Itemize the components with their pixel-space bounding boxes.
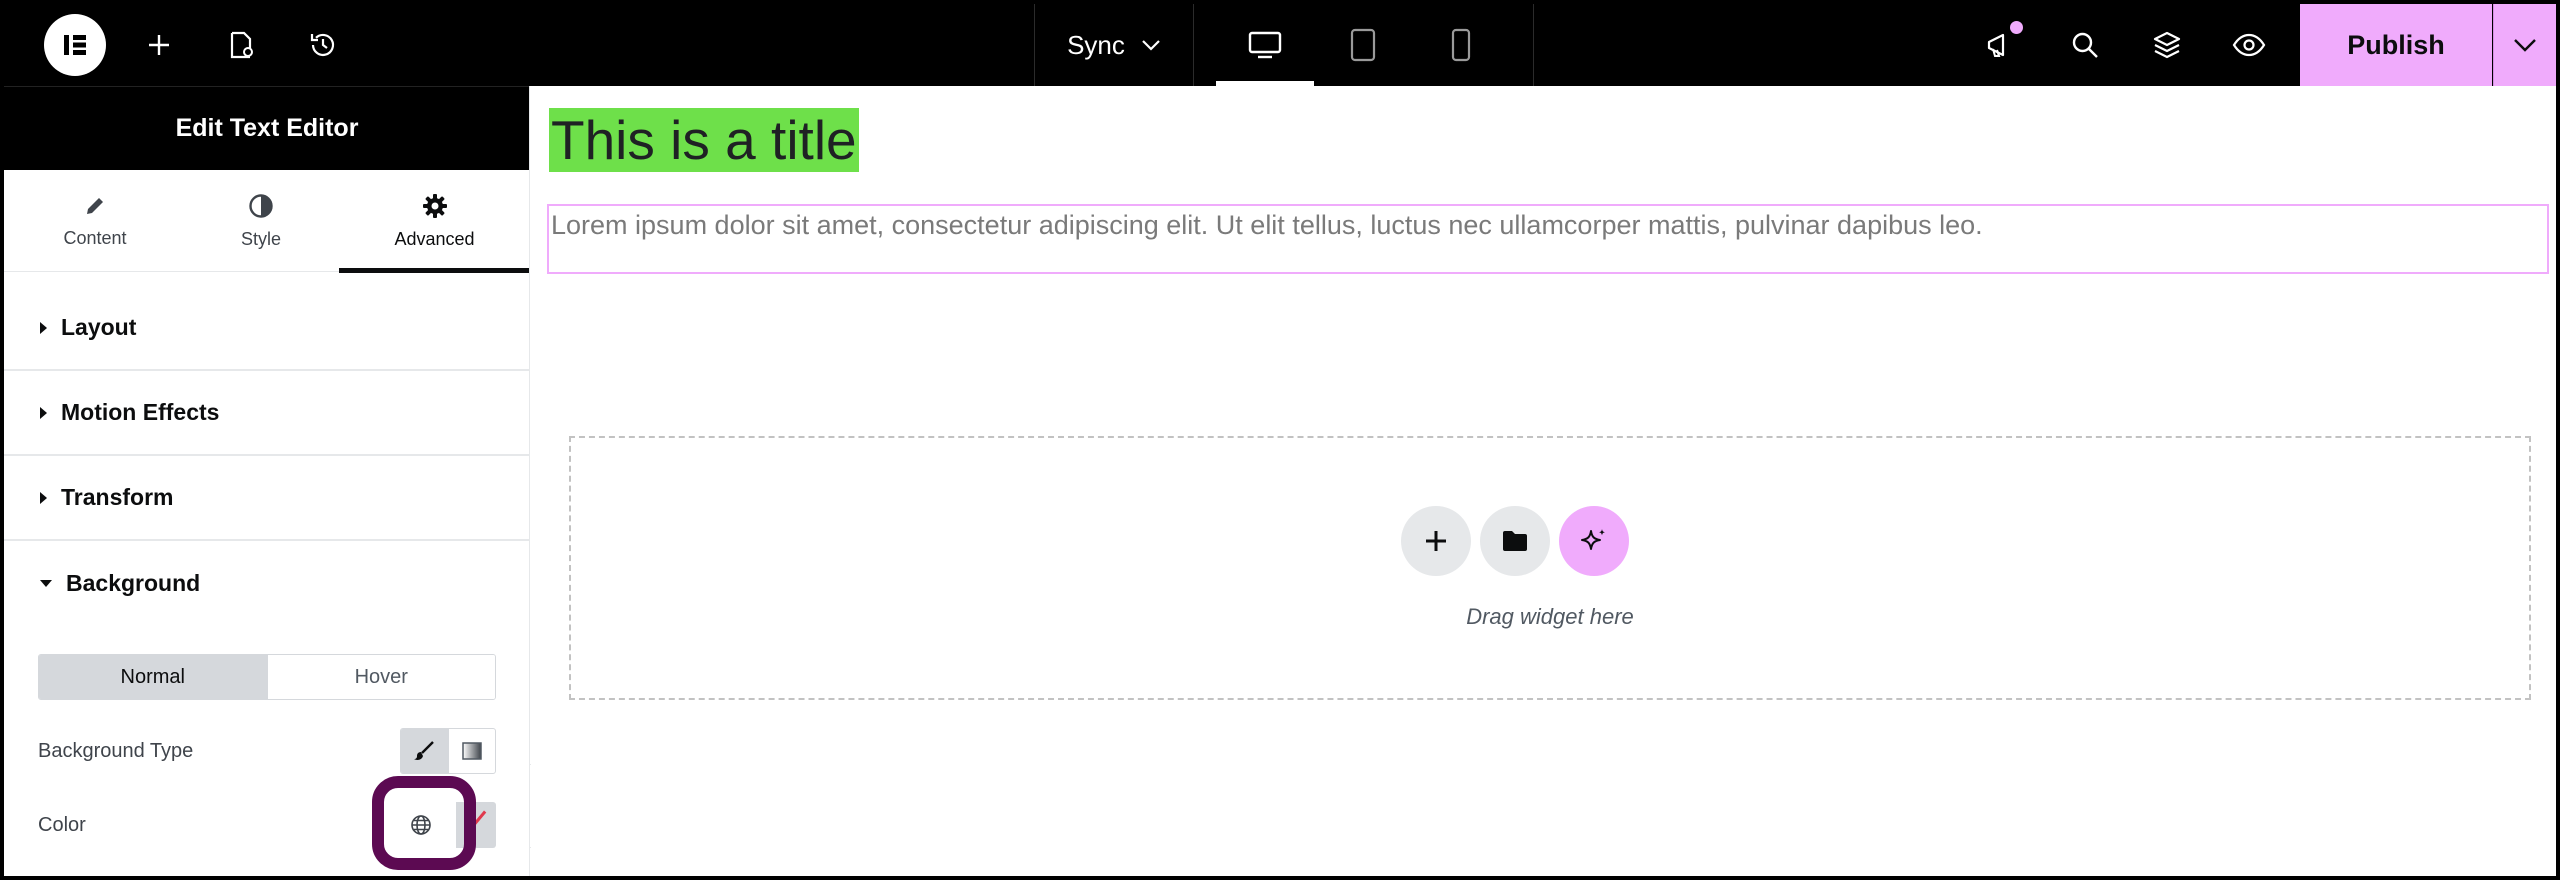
caret-right-icon — [40, 406, 47, 419]
caret-down-icon — [40, 580, 52, 587]
section-motion-effects[interactable]: Motion Effects — [4, 371, 529, 456]
elementor-logo-icon[interactable] — [44, 14, 106, 76]
pencil-icon — [87, 197, 103, 214]
tab-advanced[interactable]: Advanced — [339, 170, 529, 273]
ai-generate-button[interactable] — [1559, 506, 1629, 576]
caret-right-icon — [40, 491, 47, 504]
notification-dot — [2010, 21, 2023, 34]
publish-options-button[interactable] — [2493, 4, 2556, 86]
top-bar: Sync Publish — [4, 4, 2556, 86]
tab-label: Advanced — [394, 228, 475, 249]
tablet-mode-button[interactable] — [1314, 4, 1412, 86]
sparkles-icon — [1581, 529, 1605, 550]
background-type-label: Background Type — [38, 740, 194, 762]
background-type-control — [400, 728, 496, 774]
page-settings-icon — [230, 31, 253, 59]
background-state-toggle: Normal Hover — [38, 654, 496, 700]
section-label: Layout — [61, 314, 137, 340]
add-element-button[interactable] — [134, 4, 184, 86]
folder-icon — [1503, 531, 1527, 551]
search-button[interactable] — [2058, 4, 2112, 86]
structure-button[interactable] — [2140, 4, 2194, 86]
eye-icon — [2232, 33, 2266, 57]
page-settings-button[interactable] — [216, 4, 266, 86]
gradient-background-button[interactable] — [447, 729, 496, 773]
tab-style[interactable]: Style — [176, 170, 346, 272]
panel-tabs: Content Style Advanced — [4, 170, 529, 273]
state-hover-option[interactable]: Hover — [266, 655, 495, 699]
editor-frame: Sync Publish Edit Text Editor Content St… — [4, 4, 2556, 876]
megaphone-icon — [1987, 33, 2005, 57]
chevron-down-icon — [1142, 40, 1160, 51]
section-label: Motion Effects — [61, 399, 220, 425]
section-layout[interactable]: Layout — [4, 286, 529, 371]
text-editor-widget[interactable]: Lorem ipsum dolor sit amet, consectetur … — [547, 204, 2549, 274]
tab-label: Content — [63, 227, 127, 248]
gear-icon — [422, 193, 447, 218]
add-template-button[interactable] — [1480, 506, 1550, 576]
layers-icon — [2153, 31, 2181, 59]
classic-background-button[interactable] — [401, 729, 448, 773]
tab-label: Style — [240, 228, 282, 249]
plus-icon — [1426, 531, 1446, 551]
tablet-icon — [1350, 28, 1376, 62]
sync-label: Sync — [1067, 29, 1125, 60]
preview-button[interactable] — [2222, 4, 2276, 86]
notifications-button[interactable] — [1974, 4, 2028, 86]
caret-right-icon — [40, 321, 47, 334]
responsive-mode-group — [1194, 4, 1534, 86]
highlight-annotation-ring — [372, 776, 476, 870]
history-icon — [310, 33, 335, 57]
add-section-button[interactable] — [1401, 506, 1471, 576]
panel-title: Edit Text Editor — [4, 86, 529, 170]
paragraph-text: Lorem ipsum dolor sit amet, consectetur … — [551, 210, 1983, 240]
section-label: Transform — [61, 484, 174, 510]
tab-content[interactable]: Content — [10, 170, 180, 272]
dropzone-hint: Drag widget here — [1466, 604, 1634, 629]
desktop-icon — [1248, 31, 1282, 59]
contrast-icon — [249, 193, 273, 218]
section-transform[interactable]: Transform — [4, 456, 529, 541]
sync-dropdown[interactable]: Sync — [1034, 4, 1194, 86]
brush-icon — [414, 741, 435, 760]
mobile-icon — [1451, 28, 1471, 62]
history-button[interactable] — [298, 4, 348, 86]
section-label: Background — [66, 570, 201, 596]
state-normal-option[interactable]: Normal — [39, 655, 267, 699]
page-canvas: This is a title Lorem ipsum dolor sit am… — [531, 86, 2556, 876]
color-label: Color — [38, 814, 86, 836]
heading-widget[interactable]: This is a title — [549, 108, 859, 172]
mobile-mode-button[interactable] — [1412, 4, 1510, 86]
section-background[interactable]: Background — [4, 541, 529, 626]
editor-panel: Edit Text Editor Content Style Advanced … — [4, 86, 530, 876]
desktop-mode-button[interactable] — [1216, 4, 1314, 86]
plus-icon — [149, 35, 169, 55]
chevron-down-icon — [2514, 39, 2536, 52]
search-icon — [2072, 32, 2098, 58]
publish-button[interactable]: Publish — [2300, 4, 2492, 86]
gradient-icon — [462, 742, 482, 760]
empty-section-dropzone: Drag widget here — [569, 436, 2531, 700]
